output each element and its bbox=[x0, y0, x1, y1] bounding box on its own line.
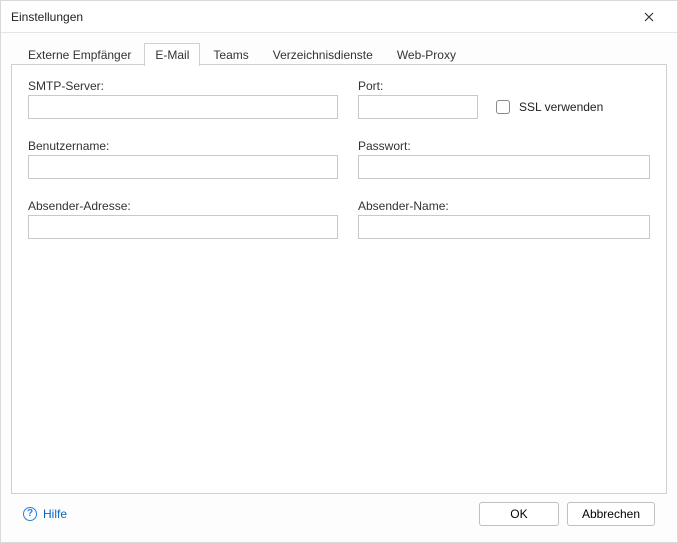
help-link[interactable]: ? Hilfe bbox=[23, 507, 67, 521]
help-label: Hilfe bbox=[43, 507, 67, 521]
window-title: Einstellungen bbox=[11, 10, 83, 24]
tab-external-recipients[interactable]: Externe Empfänger bbox=[17, 43, 142, 66]
from-address-label: Absender-Adresse: bbox=[28, 199, 338, 213]
password-input[interactable] bbox=[358, 155, 650, 179]
dialog-footer: ? Hilfe OK Abbrechen bbox=[11, 494, 667, 534]
dialog-body: Externe Empfänger E-Mail Teams Verzeichn… bbox=[1, 33, 677, 542]
tab-web-proxy[interactable]: Web-Proxy bbox=[386, 43, 467, 66]
tab-directory-services[interactable]: Verzeichnisdienste bbox=[262, 43, 384, 66]
smtp-server-input[interactable] bbox=[28, 95, 338, 119]
port-input[interactable] bbox=[358, 95, 478, 119]
username-input[interactable] bbox=[28, 155, 338, 179]
ssl-checkbox-label: SSL verwenden bbox=[519, 100, 603, 114]
ssl-checkbox[interactable]: SSL verwenden bbox=[492, 97, 603, 117]
password-label: Passwort: bbox=[358, 139, 650, 153]
ssl-checkbox-input[interactable] bbox=[496, 100, 510, 114]
settings-dialog: Einstellungen Externe Empfänger E-Mail T… bbox=[0, 0, 678, 543]
port-label: Port: bbox=[358, 79, 650, 93]
help-icon: ? bbox=[23, 507, 37, 521]
from-name-label: Absender-Name: bbox=[358, 199, 650, 213]
tab-email[interactable]: E-Mail bbox=[144, 43, 200, 66]
cancel-button[interactable]: Abbrechen bbox=[567, 502, 655, 526]
from-name-input[interactable] bbox=[358, 215, 650, 239]
titlebar: Einstellungen bbox=[1, 1, 677, 33]
tab-bar: Externe Empfänger E-Mail Teams Verzeichn… bbox=[11, 41, 667, 65]
smtp-server-label: SMTP-Server: bbox=[28, 79, 338, 93]
from-address-input[interactable] bbox=[28, 215, 338, 239]
close-icon bbox=[644, 12, 654, 22]
username-label: Benutzername: bbox=[28, 139, 338, 153]
close-button[interactable] bbox=[629, 3, 669, 31]
tab-panel-email: SMTP-Server: Port: SSL verwenden bbox=[11, 65, 667, 494]
tab-teams[interactable]: Teams bbox=[202, 43, 259, 66]
ok-button[interactable]: OK bbox=[479, 502, 559, 526]
